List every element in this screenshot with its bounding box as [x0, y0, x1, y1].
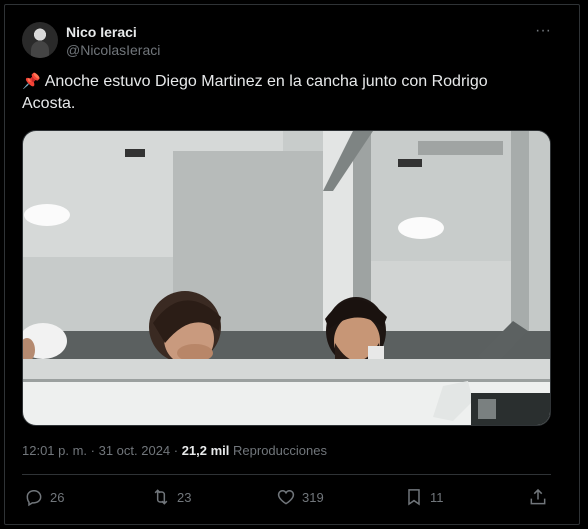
views-count: 21,2 mil [181, 443, 230, 458]
avatar[interactable] [22, 22, 58, 58]
reply-icon [26, 490, 42, 507]
photo-image [23, 131, 550, 425]
retweet-icon [154, 489, 168, 505]
tweet-body: Anoche estuvo Diego Martinez en la canch… [22, 73, 488, 112]
divider [22, 474, 551, 475]
like-count: 319 [302, 489, 324, 505]
tweet-photo[interactable] [22, 130, 551, 426]
retweet-button[interactable]: 23 [151, 486, 191, 508]
retweet-count: 23 [177, 489, 192, 505]
share-button[interactable] [528, 486, 554, 508]
timestamp[interactable]: 12:01 p. m. · 31 oct. 2024 · [22, 443, 182, 458]
user-handle[interactable]: @NicolasIeraci [66, 42, 160, 58]
reply-button[interactable]: 26 [24, 486, 64, 508]
reply-count: 26 [50, 489, 65, 505]
share-icon [530, 488, 546, 505]
user-name[interactable]: Nico Ieraci [66, 24, 137, 40]
heart-icon [277, 489, 295, 505]
more-icon[interactable]: ··· [533, 22, 553, 42]
views-label: Reproducciones [229, 443, 327, 458]
tweet-text: 📌 Anoche estuvo Diego Martinez en la canc… [22, 71, 542, 115]
bookmark-button[interactable]: 11 [404, 486, 444, 508]
bookmark-icon [408, 489, 420, 506]
tweet-meta: 12:01 p. m. · 31 oct. 2024 · 21,2 mil Re… [22, 443, 327, 458]
bookmark-count: 11 [430, 489, 444, 505]
pin-icon: 📌 [22, 73, 41, 90]
like-button[interactable]: 319 [276, 486, 324, 508]
